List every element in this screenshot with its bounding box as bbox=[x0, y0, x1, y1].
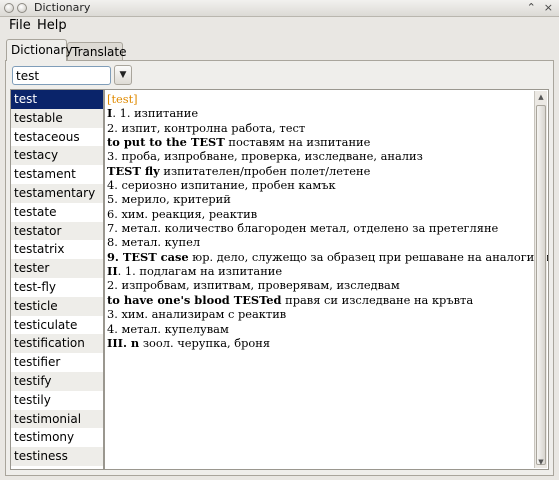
word-list-item[interactable]: tester bbox=[11, 259, 103, 278]
search-input[interactable] bbox=[12, 66, 111, 85]
menu-bar: File Help bbox=[0, 17, 559, 37]
definition-text: [test] I. 1. изпитание 2. изпит, контролн… bbox=[107, 92, 548, 350]
definition-gloss: 7. метал. количество благороден метал, о… bbox=[107, 221, 499, 236]
word-list-item[interactable]: testate bbox=[11, 202, 103, 222]
window-title: Dictionary bbox=[34, 1, 91, 14]
word-list-item[interactable]: testiness bbox=[11, 447, 103, 466]
sticky-icon[interactable] bbox=[17, 3, 27, 13]
definition-term: II bbox=[107, 264, 118, 279]
word-list-item[interactable]: testification bbox=[11, 334, 103, 354]
definition-gloss: 4. метал. купелувам bbox=[107, 321, 229, 336]
definition-line: 2. изпробвам, изпитвам, проверявам, изсл… bbox=[107, 278, 535, 292]
menu-file[interactable]: File bbox=[9, 18, 31, 33]
definition-term: III. n bbox=[107, 335, 140, 350]
definition-gloss: 8. метал. купел bbox=[107, 235, 201, 250]
word-list-item[interactable]: testiculate bbox=[11, 315, 103, 335]
window-controls[interactable]: ⌃ × bbox=[527, 2, 553, 14]
definition-gloss: 5. мерило, критерий bbox=[107, 192, 231, 207]
definition-gloss: изпитателен/пробен полет/летене bbox=[159, 163, 371, 178]
word-list-item[interactable]: test-fly bbox=[11, 277, 103, 297]
word-list-item[interactable]: testator bbox=[11, 221, 103, 241]
definition-headword: [test] bbox=[107, 92, 138, 106]
definition-gloss: . 1. изпитание bbox=[112, 106, 199, 121]
definition-gloss: 6. хим. реакция, реактив bbox=[107, 206, 258, 221]
definition-line: to put to the TEST поставям на изпитание bbox=[107, 135, 535, 149]
definition-line: TEST fly изпитателен/пробен полет/летене bbox=[107, 164, 535, 178]
definition-line: 6. хим. реакция, реактив bbox=[107, 207, 535, 221]
definition-gloss: зоол. черупка, броня bbox=[139, 335, 271, 350]
definition-line: II. 1. подлагам на изпитание bbox=[107, 264, 535, 278]
menu-help[interactable]: Help bbox=[37, 18, 67, 33]
definition-line: 8. метал. купел bbox=[107, 235, 535, 249]
definition-line: 3. хим. анализирам с реактив bbox=[107, 307, 535, 321]
definition-line: 9. TEST case юр. дело, служещо за образе… bbox=[107, 249, 548, 264]
definition-gloss: 2. изпит, контролна работа, тест bbox=[107, 120, 306, 135]
definition-line: 5. мерило, критерий bbox=[107, 192, 535, 206]
word-list-item[interactable]: testament bbox=[11, 165, 103, 184]
close-icon[interactable]: × bbox=[544, 2, 553, 14]
definition-gloss: правя си изследване на кръвта bbox=[281, 292, 474, 307]
word-list-item[interactable]: testamentary bbox=[11, 183, 103, 203]
definition-term: to put to the TEST bbox=[107, 135, 225, 150]
definition-line: 3. проба, изпробване, проверка, изследва… bbox=[107, 149, 535, 163]
word-list-item[interactable]: testimony bbox=[11, 428, 103, 448]
tab-dictionary[interactable]: Dictionary bbox=[6, 39, 73, 61]
definition-scrollbar[interactable]: ▲ ▼ bbox=[534, 91, 547, 468]
scroll-down-icon[interactable]: ▼ bbox=[535, 456, 547, 468]
word-list-item[interactable]: testify bbox=[11, 371, 103, 391]
tab-translate[interactable]: Translate bbox=[67, 42, 127, 61]
definition-gloss: 3. хим. анализирам с реактив bbox=[107, 307, 287, 322]
definition-line: 4. метал. купелувам bbox=[107, 322, 535, 336]
word-list-item[interactable]: testacy bbox=[11, 146, 103, 166]
definition-gloss: поставям на изпитание bbox=[224, 135, 371, 150]
scroll-up-icon[interactable]: ▲ bbox=[535, 91, 547, 103]
definition-line: to have one's blood TESTed правя си изсл… bbox=[107, 293, 535, 307]
definition-gloss: 3. проба, изпробване, проверка, изследва… bbox=[107, 149, 423, 164]
word-list-item[interactable]: testicle bbox=[11, 296, 103, 316]
chevron-down-icon[interactable]: ▼ bbox=[114, 65, 132, 85]
definition-line: III. n зоол. черупка, броня bbox=[107, 336, 535, 350]
word-list-item[interactable]: testaceous bbox=[11, 127, 103, 147]
definition-line: I. 1. изпитание bbox=[107, 106, 535, 120]
window-menu-buttons[interactable] bbox=[4, 3, 27, 13]
word-list-item[interactable]: testatrix bbox=[11, 240, 103, 260]
title-bar[interactable]: Dictionary ⌃ × bbox=[0, 0, 559, 17]
definition-gloss: 4. сериозно изпитание, пробен камък bbox=[107, 178, 336, 193]
definition-gloss: 2. изпробвам, изпитвам, проверявам, изсл… bbox=[107, 278, 400, 293]
word-list[interactable]: test testable testaceous testacy testament te… bbox=[10, 89, 104, 470]
maximize-icon[interactable]: ⌃ bbox=[527, 2, 536, 14]
word-list-item[interactable]: testily bbox=[11, 390, 103, 410]
word-list-item[interactable]: testable bbox=[11, 108, 103, 128]
definition-term: 9. TEST case bbox=[107, 249, 189, 264]
definition-gloss: юр. дело, служещо за образец при решаван… bbox=[188, 249, 549, 264]
definition-line: 4. сериозно изпитание, пробен камък bbox=[107, 178, 535, 192]
window-menu-icon[interactable] bbox=[4, 3, 14, 13]
definition-gloss: . 1. подлагам на изпитание bbox=[117, 264, 283, 279]
definition-line: 2. изпит, контролна работа, тест bbox=[107, 121, 535, 135]
word-list-item[interactable]: testimonial bbox=[11, 409, 103, 429]
definition-term: TEST fly bbox=[107, 163, 160, 178]
scroll-thumb[interactable] bbox=[536, 105, 546, 465]
word-list-item[interactable]: test bbox=[11, 90, 103, 109]
definition-panel[interactable]: [test] I. 1. изпитание 2. изпит, контролн… bbox=[104, 89, 549, 470]
definition-term: to have one's blood TESTed bbox=[107, 292, 282, 307]
definition-line: 7. метал. количество благороден метал, о… bbox=[107, 221, 535, 235]
word-list-item[interactable]: testifier bbox=[11, 353, 103, 372]
